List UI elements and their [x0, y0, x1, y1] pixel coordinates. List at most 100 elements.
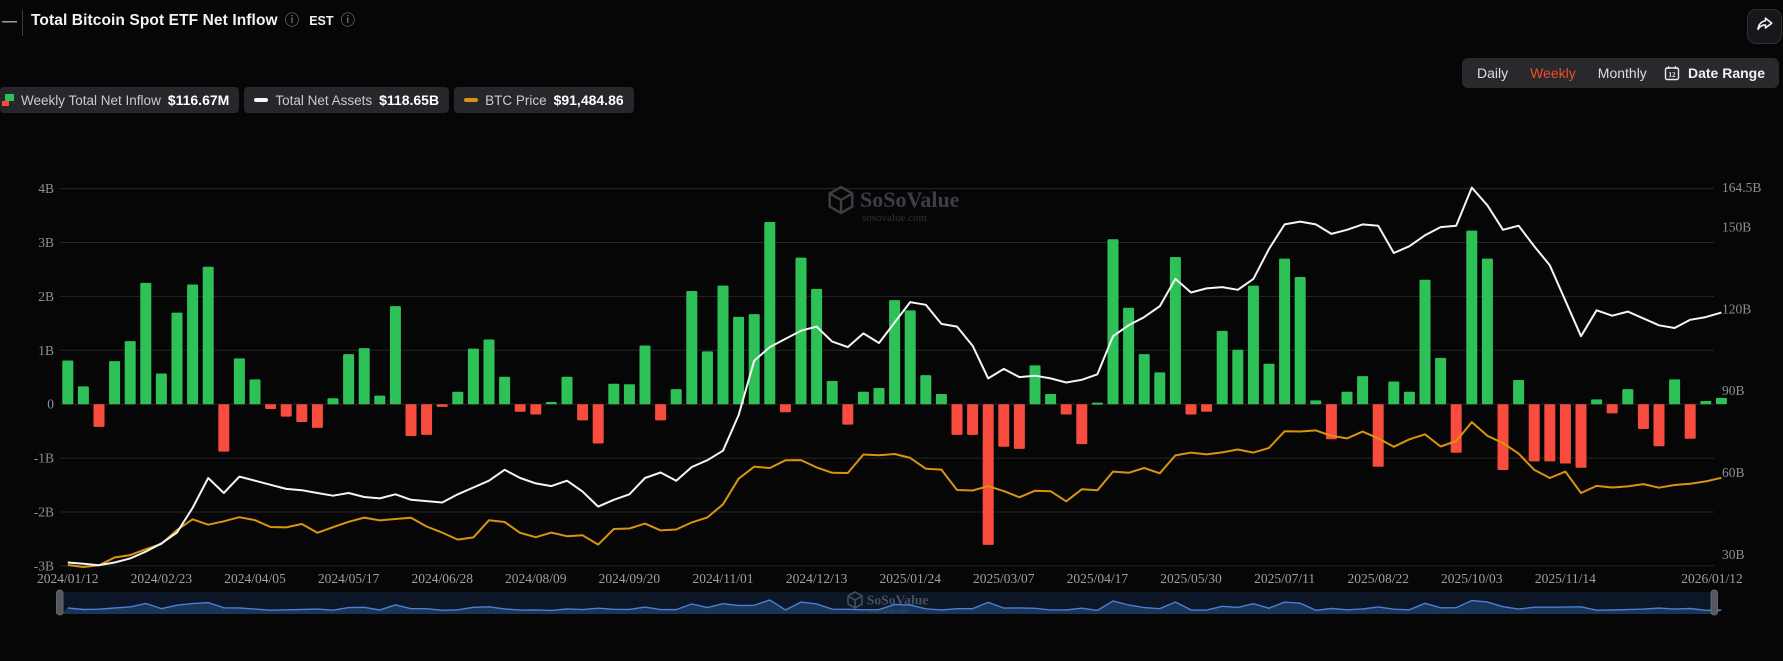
x-axis-tick: 2026/01/12 — [1681, 571, 1743, 586]
inflow-bar — [499, 377, 510, 404]
inflow-bar — [1622, 389, 1633, 404]
inflow-bar — [437, 404, 448, 407]
inflow-bar — [733, 317, 744, 404]
inflow-bar — [1685, 404, 1696, 438]
etf-flow-chart: 4B3B2B1B0-1B-2B-3B164.5B150B120B90B60B30… — [0, 0, 1783, 661]
inflow-bar — [1420, 280, 1431, 405]
x-axis-tick: 2024/08/09 — [505, 571, 567, 586]
inflow-bar — [686, 291, 697, 404]
inflow-bar — [655, 404, 666, 420]
x-axis-tick: 2024/06/28 — [411, 571, 473, 586]
inflow-bar — [608, 384, 619, 404]
inflow-bar — [1513, 380, 1524, 404]
inflow-bar — [1544, 404, 1555, 461]
left-axis-tick: 3B — [38, 235, 54, 250]
inflow-bar — [156, 373, 167, 404]
inflow-bar — [905, 310, 916, 404]
inflow-bar — [998, 404, 1009, 447]
x-axis-tick: 2024/09/20 — [599, 571, 661, 586]
inflow-bar — [702, 351, 713, 404]
inflow-bar — [515, 404, 526, 412]
inflow-bar — [187, 285, 198, 405]
right-axis-tick: 30B — [1722, 547, 1745, 562]
left-axis-tick: 2B — [38, 289, 54, 304]
inflow-bar — [1607, 404, 1618, 413]
inflow-bar — [1279, 259, 1290, 405]
x-axis-tick: 2024/12/13 — [786, 571, 848, 586]
navigator-handle-left[interactable] — [57, 590, 64, 615]
inflow-bar — [920, 375, 931, 404]
inflow-bar — [468, 349, 479, 405]
left-axis-tick: -2B — [34, 505, 54, 520]
inflow-bar — [1529, 404, 1540, 461]
left-axis-tick: 0 — [47, 397, 54, 412]
inflow-bar — [109, 361, 120, 404]
inflow-bar — [1310, 400, 1321, 404]
inflow-bar — [1201, 404, 1212, 412]
x-axis-tick: 2025/04/17 — [1067, 571, 1129, 586]
inflow-bar — [296, 404, 307, 422]
navigator-handle-right[interactable] — [1711, 590, 1718, 615]
inflow-bar — [1716, 398, 1727, 404]
inflow-bar — [952, 404, 963, 435]
right-axis-tick: 164.5B — [1722, 180, 1761, 195]
left-axis-tick: 4B — [38, 181, 54, 196]
inflow-bar — [390, 306, 401, 404]
inflow-bars — [62, 222, 1727, 545]
inflow-bar — [1248, 286, 1259, 405]
inflow-bar — [593, 404, 604, 443]
inflow-bar — [1576, 404, 1587, 468]
x-axis-tick: 2025/08/22 — [1347, 571, 1409, 586]
svg-text:SoSoValue: SoSoValue — [860, 187, 960, 212]
inflow-bar — [1451, 404, 1462, 453]
x-axis-tick: 2025/11/14 — [1535, 571, 1596, 586]
btc-price-line — [68, 422, 1722, 567]
inflow-bar — [764, 222, 775, 404]
inflow-bar — [218, 404, 229, 451]
x-axis-labels: 2024/01/122024/02/232024/04/052024/05/17… — [37, 571, 1743, 586]
x-axis-tick: 2025/03/07 — [973, 571, 1035, 586]
right-axis-tick: 90B — [1722, 383, 1745, 398]
inflow-bar — [624, 384, 635, 404]
inflow-bar — [780, 404, 791, 412]
inflow-bar — [1482, 259, 1493, 405]
inflow-bar — [1186, 404, 1197, 414]
inflow-bar — [421, 404, 432, 435]
inflow-bar — [1498, 404, 1509, 470]
inflow-bar — [811, 289, 822, 404]
inflow-bar — [140, 283, 151, 404]
inflow-bar — [203, 267, 214, 404]
inflow-bar — [312, 404, 323, 428]
inflow-bar — [1638, 404, 1649, 429]
inflow-bar — [1264, 364, 1275, 404]
inflow-bar — [250, 379, 261, 404]
x-axis-tick: 2025/01/24 — [879, 571, 941, 586]
inflow-bar — [125, 341, 136, 404]
inflow-bar — [546, 402, 557, 404]
inflow-bar — [406, 404, 417, 436]
inflow-bar — [1342, 392, 1353, 404]
right-axis-tick: 150B — [1722, 220, 1751, 235]
inflow-bar — [265, 404, 276, 409]
inflow-bar — [1591, 399, 1602, 404]
inflow-bar — [1139, 354, 1150, 404]
inflow-bar — [1217, 331, 1228, 404]
inflow-bar — [874, 388, 885, 404]
inflow-bar — [359, 348, 370, 404]
inflow-bar — [172, 313, 183, 405]
inflow-bar — [1357, 376, 1368, 404]
x-axis-tick: 2024/05/17 — [318, 571, 380, 586]
inflow-bar — [827, 381, 838, 404]
inflow-bar — [1108, 239, 1119, 404]
inflow-bar — [1435, 358, 1446, 404]
inflow-bar — [1030, 365, 1041, 404]
inflow-bar — [94, 404, 105, 427]
inflow-bar — [749, 314, 760, 404]
svg-text:sosovalue.com: sosovalue.com — [862, 212, 928, 224]
right-axis-tick: 60B — [1722, 465, 1745, 480]
sosovalue-watermark: SoSoValuesosovalue.com — [830, 187, 960, 224]
x-axis-tick: 2025/05/30 — [1160, 571, 1222, 586]
inflow-bar — [1560, 404, 1571, 463]
inflow-bar — [62, 361, 73, 405]
inflow-bar — [281, 404, 292, 416]
